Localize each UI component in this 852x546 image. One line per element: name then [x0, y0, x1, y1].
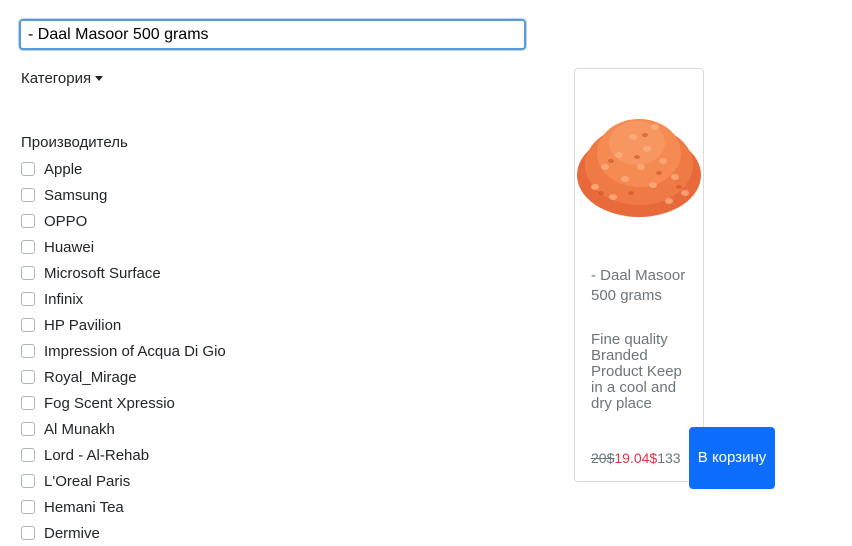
brand-filter-item[interactable]: Impression of Acqua Di Gio: [21, 338, 226, 364]
brand-filter-label: Fog Scent Xpressio: [44, 394, 175, 412]
price-row: 20$19.04$133: [591, 450, 681, 466]
brand-filter-item[interactable]: Royal_Mirage: [21, 364, 226, 390]
brand-checkbox[interactable]: [21, 188, 35, 202]
product-card: - Daal Masoor 500 grams Fine quality Bra…: [574, 68, 704, 482]
brand-checkbox[interactable]: [21, 370, 35, 384]
brand-checkbox[interactable]: [21, 500, 35, 514]
brand-filter-label: L'Oreal Paris: [44, 472, 131, 490]
brand-checkbox[interactable]: [21, 162, 35, 176]
brand-filter-list: Apple Samsung OPPO Huawei Microsoft Surf…: [21, 156, 226, 546]
brand-filter-label: Dermive: [44, 524, 100, 542]
brand-filter-item[interactable]: Dermive: [21, 520, 226, 546]
brand-filter-item[interactable]: Microsoft Surface: [21, 260, 226, 286]
brand-filter-item[interactable]: Huawei: [21, 234, 226, 260]
brand-filter-label: Lord - Al-Rehab: [44, 446, 150, 464]
brand-filter-label: Samsung: [44, 186, 108, 204]
brand-filter-label: Huawei: [44, 238, 95, 256]
caret-down-icon: [95, 76, 104, 81]
brand-checkbox[interactable]: [21, 396, 35, 410]
stock-count: 133: [657, 450, 681, 466]
product-name[interactable]: - Daal Masoor 500 grams: [591, 266, 691, 306]
brand-checkbox[interactable]: [21, 240, 35, 254]
brand-checkbox[interactable]: [21, 292, 35, 306]
sale-price: 19.04$: [614, 450, 658, 466]
search-input[interactable]: [19, 19, 526, 50]
brand-filter-item[interactable]: Apple: [21, 156, 226, 182]
red-lentils-image[interactable]: [575, 97, 703, 221]
brand-checkbox[interactable]: [21, 422, 35, 436]
brand-checkbox[interactable]: [21, 474, 35, 488]
brand-filter-label: Al Munakh: [44, 420, 115, 438]
brand-filter-item[interactable]: Fog Scent Xpressio: [21, 390, 226, 416]
category-dropdown-label: Категория: [21, 70, 92, 87]
brand-filter-label: Royal_Mirage: [44, 368, 137, 386]
product-description: Fine quality Branded Product Keep in a c…: [591, 331, 682, 412]
brand-filter-item[interactable]: Samsung: [21, 182, 226, 208]
add-to-cart-button[interactable]: В корзину: [689, 427, 775, 489]
brand-filter-item[interactable]: L'Oreal Paris: [21, 468, 226, 494]
brand-filter-label: HP Pavilion: [44, 316, 122, 334]
brand-checkbox[interactable]: [21, 344, 35, 358]
brand-checkbox[interactable]: [21, 266, 35, 280]
category-dropdown-toggle[interactable]: Категория: [21, 70, 104, 87]
brand-filter-label: Hemani Tea: [44, 498, 124, 516]
brand-filter-heading: Производитель: [21, 134, 128, 151]
brand-filter-item[interactable]: Infinix: [21, 286, 226, 312]
brand-filter-label: Apple: [44, 160, 83, 178]
brand-checkbox[interactable]: [21, 526, 35, 540]
old-price: 20$: [591, 450, 615, 466]
brand-filter-label: OPPO: [44, 212, 88, 230]
brand-checkbox[interactable]: [21, 448, 35, 462]
brand-filter-item[interactable]: Hemani Tea: [21, 494, 226, 520]
brand-filter-item[interactable]: Al Munakh: [21, 416, 226, 442]
brand-filter-item[interactable]: HP Pavilion: [21, 312, 226, 338]
brand-filter-label: Infinix: [44, 290, 84, 308]
brand-filter-item[interactable]: OPPO: [21, 208, 226, 234]
brand-filter-label: Microsoft Surface: [44, 264, 161, 282]
brand-checkbox[interactable]: [21, 214, 35, 228]
brand-filter-label: Impression of Acqua Di Gio: [44, 342, 226, 360]
brand-checkbox[interactable]: [21, 318, 35, 332]
brand-filter-item[interactable]: Lord - Al-Rehab: [21, 442, 226, 468]
